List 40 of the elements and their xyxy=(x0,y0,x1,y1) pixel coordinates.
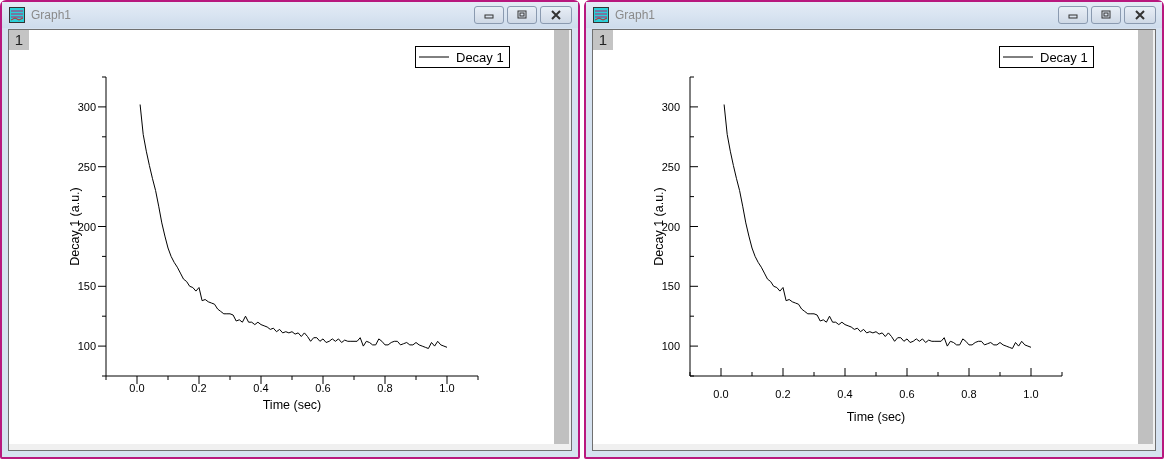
graph-icon xyxy=(9,7,25,23)
window-title: Graph1 xyxy=(31,8,72,22)
legend-label: Decay 1 xyxy=(456,50,504,65)
x-tick-label: 0.4 xyxy=(253,382,269,394)
x-tick-label: 0.6 xyxy=(899,388,915,400)
x-tick-label: 1.0 xyxy=(1023,388,1039,400)
x-axis-title: Time (sec) xyxy=(262,398,322,412)
x-tick-label: 0.8 xyxy=(377,382,393,394)
x-tick-label: 0.6 xyxy=(315,382,331,394)
x-tick-label: 0.2 xyxy=(775,388,791,400)
close-icon xyxy=(551,10,561,20)
y-tick-label: 100 xyxy=(77,340,96,353)
close-button[interactable] xyxy=(1124,6,1156,24)
restore-icon xyxy=(517,10,527,20)
y-tick-label: 250 xyxy=(661,160,680,173)
legend: Decay 1 xyxy=(999,46,1094,68)
y-tick-label: 150 xyxy=(77,280,96,293)
x-tick-label: 0.2 xyxy=(191,382,207,394)
minimize-button[interactable] xyxy=(1058,6,1088,24)
minimize-button[interactable] xyxy=(474,6,504,24)
x-axis-title: Time (sec) xyxy=(846,410,906,424)
y-tick-label: 150 xyxy=(661,280,680,293)
y-tick-label: 100 xyxy=(661,340,680,353)
y-tick-label: 300 xyxy=(77,100,96,113)
x-tick-label: 0.8 xyxy=(961,388,977,400)
layer-tab[interactable]: 1 xyxy=(593,30,613,50)
legend: Decay 1 xyxy=(415,46,510,68)
y-tick-label: 250 xyxy=(77,160,96,173)
layer-tab[interactable]: 1 xyxy=(9,30,29,50)
x-tick-label: 0.0 xyxy=(129,382,145,394)
restore-icon xyxy=(1101,10,1111,20)
x-tick-label: 0.4 xyxy=(837,388,853,400)
y-tick-label: 300 xyxy=(661,100,680,113)
x-tick-label: 1.0 xyxy=(439,382,455,394)
graph-icon xyxy=(593,7,609,23)
x-tick-label: 0.0 xyxy=(713,388,729,400)
close-icon xyxy=(1135,10,1145,20)
close-button[interactable] xyxy=(540,6,572,24)
legend-label: Decay 1 xyxy=(1040,50,1088,65)
window-title: Graph1 xyxy=(615,8,656,22)
